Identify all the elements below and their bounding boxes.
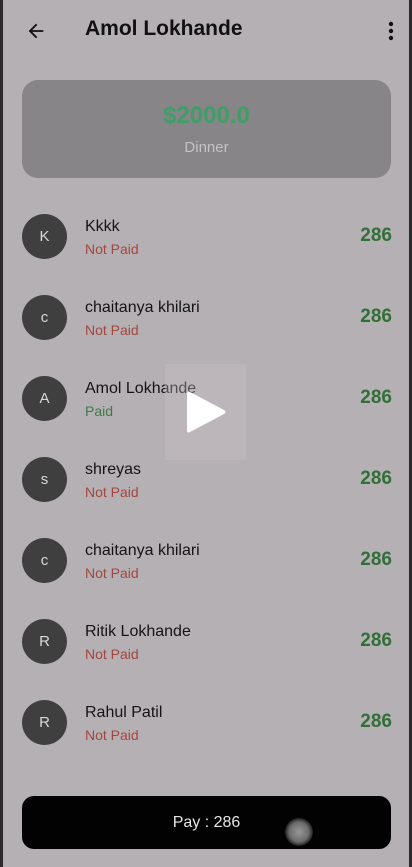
app-bar: Amol Lokhande bbox=[3, 0, 409, 62]
avatar: c bbox=[22, 295, 67, 340]
member-name: Rahul Patil bbox=[85, 704, 163, 721]
payment-status: Not Paid bbox=[85, 646, 139, 662]
list-item[interactable]: R Rahul Patil Not Paid 286 bbox=[3, 682, 409, 763]
member-share: 286 bbox=[360, 306, 392, 327]
member-share: 286 bbox=[360, 468, 392, 489]
expense-summary-card: $2000.0 Dinner bbox=[22, 80, 391, 178]
payment-status: Not Paid bbox=[85, 241, 139, 257]
video-play-overlay[interactable] bbox=[165, 364, 246, 460]
member-share: 286 bbox=[360, 549, 392, 570]
touch-indicator bbox=[285, 818, 313, 846]
member-name: shreyas bbox=[85, 461, 142, 478]
member-share: 286 bbox=[360, 225, 392, 246]
avatar: R bbox=[22, 700, 67, 745]
more-vert-icon bbox=[388, 21, 394, 41]
payment-status: Paid bbox=[85, 403, 114, 419]
play-icon bbox=[186, 391, 225, 433]
avatar: K bbox=[22, 214, 67, 259]
expense-description: Dinner bbox=[184, 139, 229, 156]
member-share: 286 bbox=[360, 630, 392, 651]
expense-amount: $2000.0 bbox=[163, 102, 250, 129]
list-item[interactable]: K Kkkk Not Paid 286 bbox=[3, 196, 409, 277]
member-name: chaitanya khilari bbox=[85, 299, 200, 316]
avatar: R bbox=[22, 619, 67, 664]
member-list: K Kkkk Not Paid 286 c chaitanya khilari … bbox=[3, 196, 409, 763]
more-options-button[interactable] bbox=[379, 16, 403, 46]
member-name: Ritik Lokhande bbox=[85, 623, 191, 640]
arrow-back-icon bbox=[28, 23, 44, 39]
member-share: 286 bbox=[360, 387, 392, 408]
payment-status: Not Paid bbox=[85, 484, 139, 500]
app-screen: Amol Lokhande $2000.0 Dinner K Kkkk Not … bbox=[0, 0, 412, 867]
avatar: A bbox=[22, 376, 67, 421]
payment-status: Not Paid bbox=[85, 322, 139, 338]
pay-button[interactable]: Pay : 286 bbox=[22, 796, 391, 849]
back-button[interactable] bbox=[21, 16, 51, 46]
list-item[interactable]: c chaitanya khilari Not Paid 286 bbox=[3, 277, 409, 358]
avatar: c bbox=[22, 538, 67, 583]
member-name: Kkkk bbox=[85, 218, 120, 235]
payment-status: Not Paid bbox=[85, 565, 139, 581]
member-share: 286 bbox=[360, 711, 392, 732]
avatar: s bbox=[22, 457, 67, 502]
list-item[interactable]: R Ritik Lokhande Not Paid 286 bbox=[3, 601, 409, 682]
list-item[interactable]: c chaitanya khilari Not Paid 286 bbox=[3, 520, 409, 601]
member-name: chaitanya khilari bbox=[85, 542, 200, 559]
page-title: Amol Lokhande bbox=[85, 17, 243, 40]
payment-status: Not Paid bbox=[85, 727, 139, 743]
